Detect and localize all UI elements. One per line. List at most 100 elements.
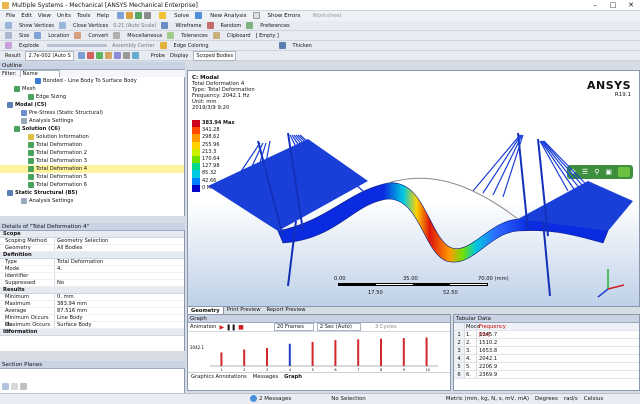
tree-item[interactable]: Static Structural (B5) (0, 189, 184, 197)
messages-status[interactable]: 2 Messages (250, 394, 291, 404)
menu-edit[interactable]: Edit (21, 11, 32, 21)
chart-bar[interactable] (288, 343, 291, 366)
tree-item[interactable]: Total Deformation (0, 141, 184, 149)
random-button[interactable]: Random (206, 21, 241, 31)
probe-button[interactable]: Probe (146, 51, 165, 61)
units-status[interactable]: Metric (mm, kg, N, s, mV, mA) (446, 394, 529, 404)
show-errors-button[interactable]: Show Errors (252, 11, 300, 21)
details-value[interactable]: Surface Body (54, 322, 184, 328)
convert-button[interactable]: Convert (74, 31, 108, 41)
tree-item[interactable]: Solution Information (0, 133, 184, 141)
celsius-status[interactable]: Celsius (584, 394, 604, 404)
table-row[interactable]: 5 5. 2206.9 (454, 363, 639, 371)
minimize-button[interactable]: – (586, 0, 604, 11)
chart-bar[interactable] (266, 347, 268, 366)
col-frequency[interactable]: Frequency [Hz] (476, 323, 514, 338)
details-group-header[interactable]: Information (0, 329, 184, 336)
tree-item[interactable]: Mesh (0, 85, 184, 93)
pause-button[interactable]: ❚❚ (226, 324, 236, 331)
tab-print-preview[interactable]: Print Preview (224, 306, 264, 314)
chart-bar[interactable] (220, 352, 223, 366)
rads-status[interactable]: rad/s (564, 394, 578, 404)
details-value[interactable]: Line Body (54, 315, 184, 321)
chart-bar[interactable] (425, 337, 428, 366)
menu-help[interactable]: Help (97, 11, 110, 21)
chart-bar[interactable] (243, 349, 246, 366)
explode-button[interactable]: Explode (5, 41, 39, 51)
tab-graphics-annotations[interactable]: Graphics Annotations (188, 373, 250, 381)
details-value[interactable] (54, 273, 184, 279)
menu-file[interactable]: File (6, 11, 15, 21)
thicken-button[interactable]: Thicken (278, 41, 312, 51)
tree-item[interactable]: Modal (C5) (0, 101, 184, 109)
worksheet-button[interactable]: Worksheet (306, 11, 341, 21)
clipboard-button[interactable]: Clipboard (212, 31, 251, 41)
tree-item[interactable]: Edge Sizing (0, 93, 184, 101)
degrees-status[interactable]: Degrees (535, 394, 558, 404)
table-row[interactable]: 2 2. 1510.2 (454, 339, 639, 347)
details-row[interactable]: Maximum Occurs OnSurface Body (0, 322, 184, 335)
size-button[interactable]: Size (5, 31, 29, 41)
solve-button[interactable]: Solve (159, 11, 189, 21)
details-value[interactable]: No (54, 280, 184, 286)
details-value[interactable]: All Bodies (54, 245, 184, 251)
chart-bar[interactable] (402, 338, 405, 366)
chart-bar[interactable] (357, 339, 360, 366)
details-value[interactable]: 383.94 mm (54, 301, 184, 307)
stop-button[interactable]: ■ (238, 324, 244, 331)
close-vertices-button[interactable]: Close Vertices (59, 21, 108, 31)
display-select[interactable]: Scoped Bodies (193, 50, 237, 61)
chart-bar[interactable] (334, 340, 337, 366)
assembly-center-select[interactable]: Assembly Center (112, 41, 155, 51)
tree-item[interactable]: Total Deformation 6 (0, 181, 184, 189)
graphics-viewport[interactable]: C: Modal Total Deformation 4 Type: Total… (187, 70, 640, 307)
details-row[interactable]: Geometry All Bodies (0, 245, 184, 252)
table-row[interactable]: 3 3. 1653.8 (454, 347, 639, 355)
menu-tools[interactable]: Tools (77, 11, 91, 21)
details-row[interactable]: Suppressed No (0, 280, 184, 287)
close-button[interactable]: ✕ (622, 0, 640, 11)
table-row[interactable]: 6 6. 2369.9 (454, 371, 639, 379)
tab-geometry[interactable]: Geometry (187, 306, 224, 314)
table-row[interactable]: 4 4. 2042.1 (454, 355, 639, 363)
table-row[interactable]: 1 1. 1245.7 (454, 331, 639, 339)
details-row[interactable]: Minimum 0. mm (0, 294, 184, 301)
tree-item[interactable]: Total Deformation 2 (0, 149, 184, 157)
details-row[interactable]: Minimum Occurs On Line Body (0, 315, 184, 328)
details-group-header[interactable]: Definition (0, 252, 184, 259)
details-row[interactable]: Identifier (0, 273, 184, 280)
chart-bar[interactable] (380, 338, 382, 366)
details-row[interactable]: Type Total Deformation (0, 259, 184, 266)
menu-units[interactable]: Units (57, 11, 71, 21)
show-vertices-button[interactable]: Show Vertices (5, 21, 54, 31)
explode-slider[interactable] (47, 44, 107, 47)
menu-view[interactable]: View (38, 11, 51, 21)
tree-item[interactable]: Total Deformation 3 (0, 157, 184, 165)
tab-report-preview[interactable]: Report Preview (263, 306, 308, 314)
tolerances-button[interactable]: Tolerances (167, 31, 208, 41)
details-group-header[interactable]: Results (0, 287, 184, 294)
location-button[interactable]: Location (34, 31, 69, 41)
details-value[interactable]: Geometry Selection (54, 238, 184, 244)
tree-item[interactable]: Total Deformation 4 (0, 165, 184, 173)
edge-coloring-button[interactable]: Edge Coloring (159, 41, 209, 51)
details-value[interactable]: 4. (54, 266, 184, 272)
tree-item[interactable]: Total Deformation 5 (0, 173, 184, 181)
tab-messages[interactable]: Messages (250, 373, 281, 381)
play-button[interactable]: ▶ (219, 324, 224, 331)
details-row[interactable]: Scoping Method Geometry Selection (0, 238, 184, 245)
tree-item[interactable]: Analysis Settings (0, 117, 184, 125)
new-analysis-button[interactable]: New Analysis (195, 11, 247, 21)
tree-item[interactable]: Analysis Settings (0, 197, 184, 205)
duration-select[interactable]: 2 Sec (Auto) (316, 323, 361, 331)
col-mode[interactable]: Mode (464, 323, 480, 330)
tree-item[interactable]: Bonded - Line Body To Surface Body (0, 77, 184, 85)
details-group-header[interactable]: Scope (0, 231, 184, 238)
details-value[interactable]: 87.516 mm (54, 308, 184, 314)
tree-item[interactable]: Solution (C6) (0, 125, 184, 133)
details-row[interactable]: Maximum 383.94 mm (0, 301, 184, 308)
details-row[interactable]: Mode 4. (0, 266, 184, 273)
result-scale-select[interactable]: 2.7e-002 (Auto S (25, 50, 74, 61)
tab-graph[interactable]: Graph (281, 373, 305, 381)
details-value[interactable]: 0. mm (54, 294, 184, 300)
